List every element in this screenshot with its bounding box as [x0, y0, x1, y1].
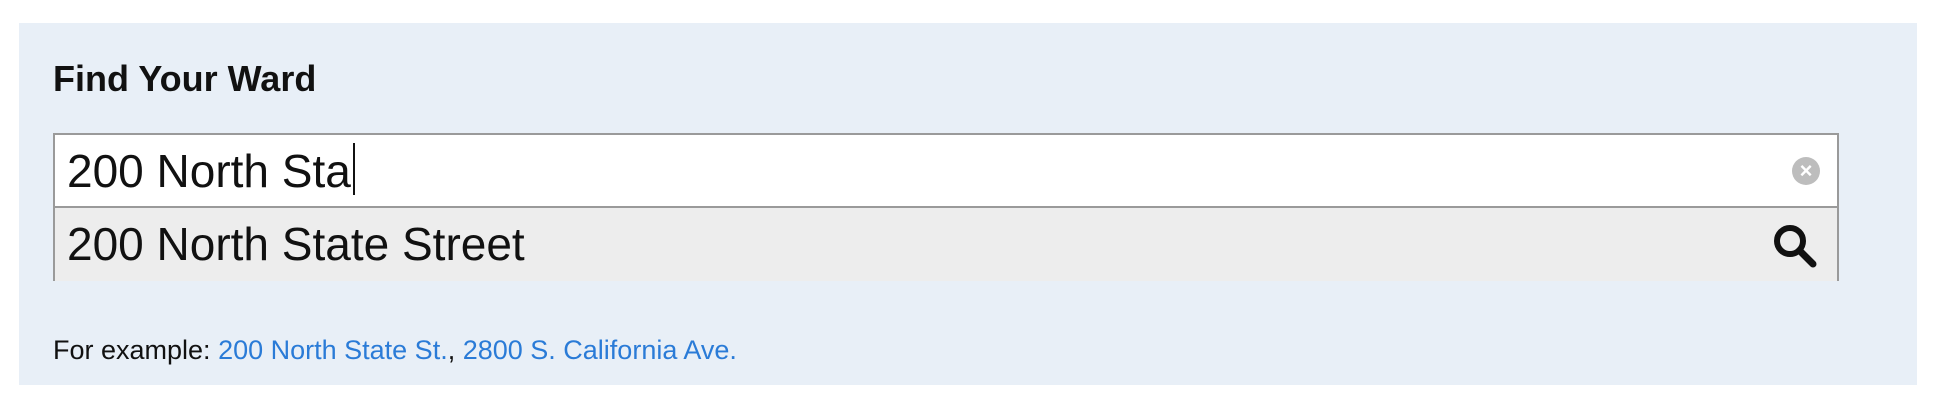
clear-icon[interactable]: ×: [1792, 157, 1820, 185]
address-input[interactable]: 200 North Sta ×: [55, 135, 1837, 208]
example-link-state-st[interactable]: 200 North State St.: [218, 335, 448, 365]
autocomplete-suggestion[interactable]: 200 North State Street: [55, 208, 1837, 281]
panel-title: Find Your Ward: [53, 58, 317, 99]
address-input-value[interactable]: 200 North Sta: [67, 143, 355, 199]
find-ward-panel: Find Your Ward 200 North Sta × 200 North…: [19, 23, 1917, 385]
text-caret: [352, 143, 355, 195]
address-search-box: 200 North Sta × 200 North State Street: [53, 133, 1839, 281]
example-addresses: For example: 200 North State St., 2800 S…: [53, 334, 737, 366]
examples-separator: ,: [447, 335, 463, 365]
examples-prefix: For example:: [53, 335, 219, 365]
suggestion-label[interactable]: 200 North State Street: [67, 216, 525, 272]
example-link-california-ave[interactable]: 2800 S. California Ave.: [463, 335, 737, 365]
search-icon[interactable]: [1771, 222, 1819, 270]
